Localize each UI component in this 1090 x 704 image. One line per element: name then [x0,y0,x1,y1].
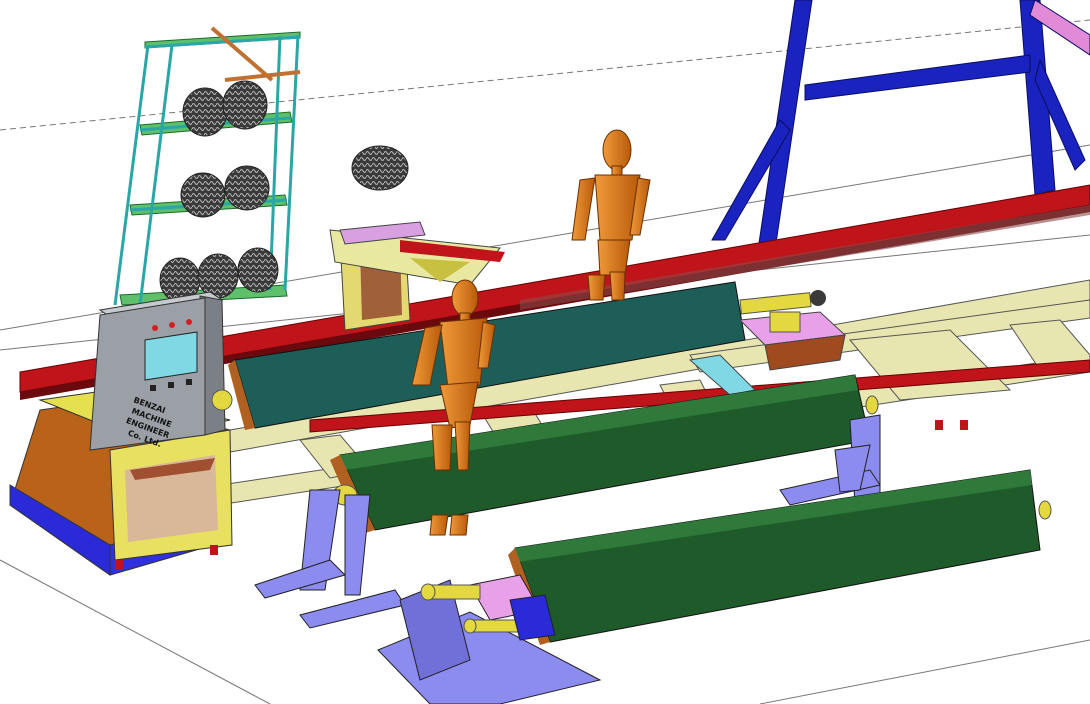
indicator-light [186,319,192,325]
control-cabinet: BENZAI MACHINE ENGINEER Co. Ltd. [89,291,226,451]
indicator-light [169,322,175,328]
front-beam [508,469,1052,645]
cabinet-button [150,385,156,391]
cabinet-button [168,382,174,388]
cad-scene: BENZAI MACHINE ENGINEER Co. Ltd. [0,0,1090,704]
cabinet-button [186,379,192,385]
cabinet-screen [144,331,198,381]
indicator-light [152,325,158,331]
